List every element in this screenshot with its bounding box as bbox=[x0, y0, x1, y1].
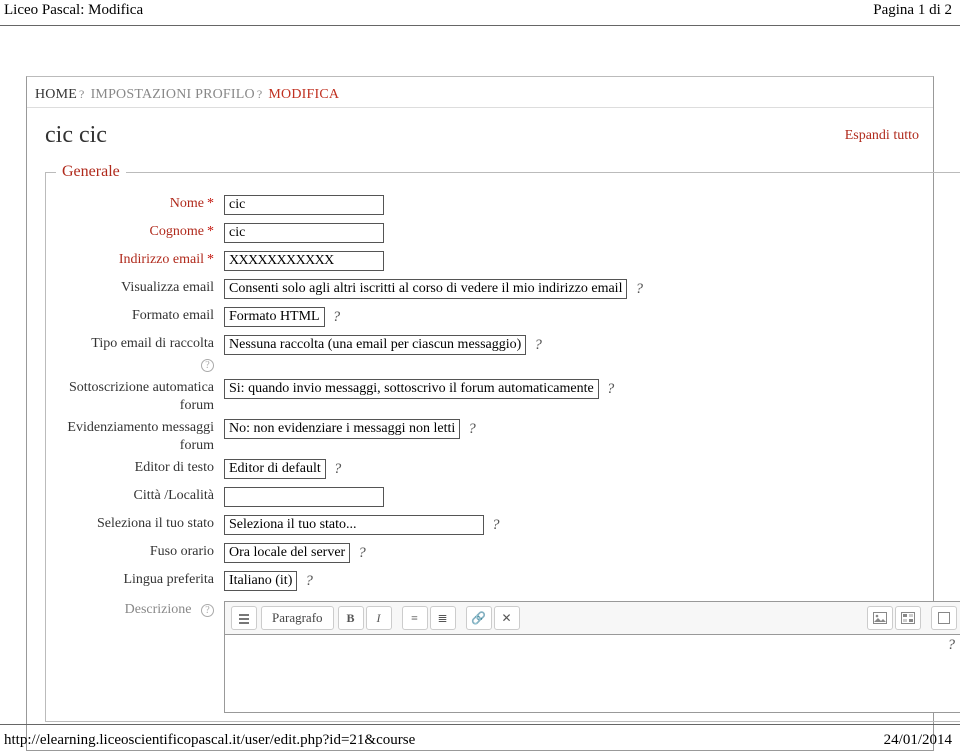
editor-toolbar: Paragrafo B I ≡ ≣ 🔗 ✕ bbox=[224, 601, 960, 635]
toolbar-media-icon[interactable] bbox=[895, 606, 921, 630]
footer-divider bbox=[0, 724, 960, 725]
toolbar-list-icon[interactable]: ≡ bbox=[402, 606, 428, 630]
toolbar-fullscreen-icon[interactable] bbox=[931, 606, 957, 630]
select-raccolta[interactable]: Nessuna raccolta (una email per ciascun … bbox=[224, 335, 526, 355]
user-heading: cic cic bbox=[45, 122, 915, 149]
tab-bar: HOME? IMPOSTAZIONI PROFILO? MODIFICA bbox=[27, 77, 933, 108]
label-raccolta: Tipo email di raccolta ? bbox=[56, 335, 224, 353]
select-formato-email[interactable]: Formato HTML bbox=[224, 307, 325, 327]
help-icon[interactable]: ? bbox=[332, 461, 344, 478]
required-icon: * bbox=[207, 196, 214, 211]
toolbar-link-icon[interactable]: 🔗 bbox=[466, 606, 492, 630]
label-lingua: Lingua preferita bbox=[56, 571, 224, 589]
fieldset-generale: Generale Nome* Cognome* bbox=[45, 163, 960, 722]
expand-all-link[interactable]: Espandi tutto bbox=[845, 128, 919, 144]
label-evidenziamento: Evidenziamento messaggi forum bbox=[56, 419, 224, 455]
label-sottoscrizione: Sottoscrizione automatica forum bbox=[56, 379, 224, 415]
main-panel: HOME? IMPOSTAZIONI PROFILO? MODIFICA cic… bbox=[26, 76, 934, 751]
help-icon[interactable]: ? bbox=[532, 337, 544, 354]
label-nome: Nome* bbox=[56, 195, 224, 213]
label-formato-email: Formato email bbox=[56, 307, 224, 325]
input-email[interactable] bbox=[224, 251, 384, 271]
label-descrizione-text: Descrizione bbox=[125, 602, 192, 617]
toolbar-toggle-icon[interactable] bbox=[231, 606, 257, 630]
toolbar-numbered-list-icon[interactable]: ≣ bbox=[430, 606, 456, 630]
help-circle-icon[interactable]: ? bbox=[201, 604, 214, 617]
tab-impostazioni-profilo[interactable]: IMPOSTAZIONI PROFILO? bbox=[89, 83, 265, 107]
required-icon: * bbox=[207, 224, 214, 239]
label-nome-text: Nome bbox=[170, 196, 204, 211]
toolbar-italic-icon[interactable]: I bbox=[366, 606, 392, 630]
tab-modifica[interactable]: MODIFICA bbox=[266, 83, 341, 107]
label-cognome-text: Cognome bbox=[150, 224, 204, 239]
label-raccolta-text: Tipo email di raccolta bbox=[91, 336, 214, 351]
required-icon: * bbox=[207, 252, 214, 267]
select-evidenziamento[interactable]: No: non evidenziare i messaggi non letti bbox=[224, 419, 460, 439]
toolbar-bold-icon[interactable]: B bbox=[338, 606, 364, 630]
help-icon[interactable]: ? bbox=[490, 517, 502, 534]
label-email-text: Indirizzo email bbox=[119, 252, 204, 267]
chevron-right-icon: ? bbox=[79, 87, 85, 101]
toolbar-paragraph-select[interactable]: Paragrafo bbox=[261, 606, 334, 630]
help-icon[interactable]: ? bbox=[466, 421, 478, 438]
help-icon[interactable]: ? bbox=[331, 309, 343, 326]
select-stato[interactable]: Seleziona il tuo stato... bbox=[224, 515, 484, 535]
legend-generale[interactable]: Generale bbox=[56, 163, 126, 181]
label-stato: Seleziona il tuo stato bbox=[56, 515, 224, 533]
select-fuso[interactable]: Ora locale del server bbox=[224, 543, 350, 563]
label-descrizione: Descrizione ? bbox=[56, 601, 224, 619]
input-citta[interactable] bbox=[224, 487, 384, 507]
tab-impostazioni-label: IMPOSTAZIONI PROFILO bbox=[91, 87, 255, 102]
editor-textarea[interactable]: ? bbox=[224, 635, 960, 713]
help-icon[interactable]: ? bbox=[633, 281, 645, 298]
label-fuso: Fuso orario bbox=[56, 543, 224, 561]
toolbar-image-icon[interactable] bbox=[867, 606, 893, 630]
input-cognome[interactable] bbox=[224, 223, 384, 243]
help-icon[interactable]: ? bbox=[605, 381, 617, 398]
select-lingua[interactable]: Italiano (it) bbox=[224, 571, 297, 591]
label-email: Indirizzo email* bbox=[56, 251, 224, 269]
help-icon[interactable]: ? bbox=[303, 573, 315, 590]
toolbar-unlink-icon[interactable]: ✕ bbox=[494, 606, 520, 630]
input-nome[interactable] bbox=[224, 195, 384, 215]
select-visualizza-email[interactable]: Consenti solo agli altri iscritti al cor… bbox=[224, 279, 627, 299]
label-visualizza-email: Visualizza email bbox=[56, 279, 224, 297]
label-citta: Città /Località bbox=[56, 487, 224, 505]
footer-url: http://elearning.liceoscientificopascal.… bbox=[4, 732, 415, 749]
label-editor: Editor di testo bbox=[56, 459, 224, 477]
select-editor[interactable]: Editor di default bbox=[224, 459, 326, 479]
tab-home-label: HOME bbox=[35, 87, 77, 102]
page-indicator: Pagina 1 di 2 bbox=[873, 2, 952, 19]
chevron-right-icon: ? bbox=[257, 87, 263, 101]
select-sottoscrizione[interactable]: Si: quando invio messaggi, sottoscrivo i… bbox=[224, 379, 599, 399]
label-cognome: Cognome* bbox=[56, 223, 224, 241]
help-icon[interactable]: ? bbox=[356, 545, 368, 562]
help-circle-icon[interactable]: ? bbox=[201, 359, 214, 372]
tab-home[interactable]: HOME? bbox=[33, 83, 87, 107]
help-icon[interactable]: ? bbox=[946, 637, 958, 654]
header-divider bbox=[0, 25, 960, 26]
tab-modifica-label: MODIFICA bbox=[268, 87, 339, 102]
page-title-left: Liceo Pascal: Modifica bbox=[4, 2, 143, 19]
footer-date: 24/01/2014 bbox=[884, 732, 952, 749]
